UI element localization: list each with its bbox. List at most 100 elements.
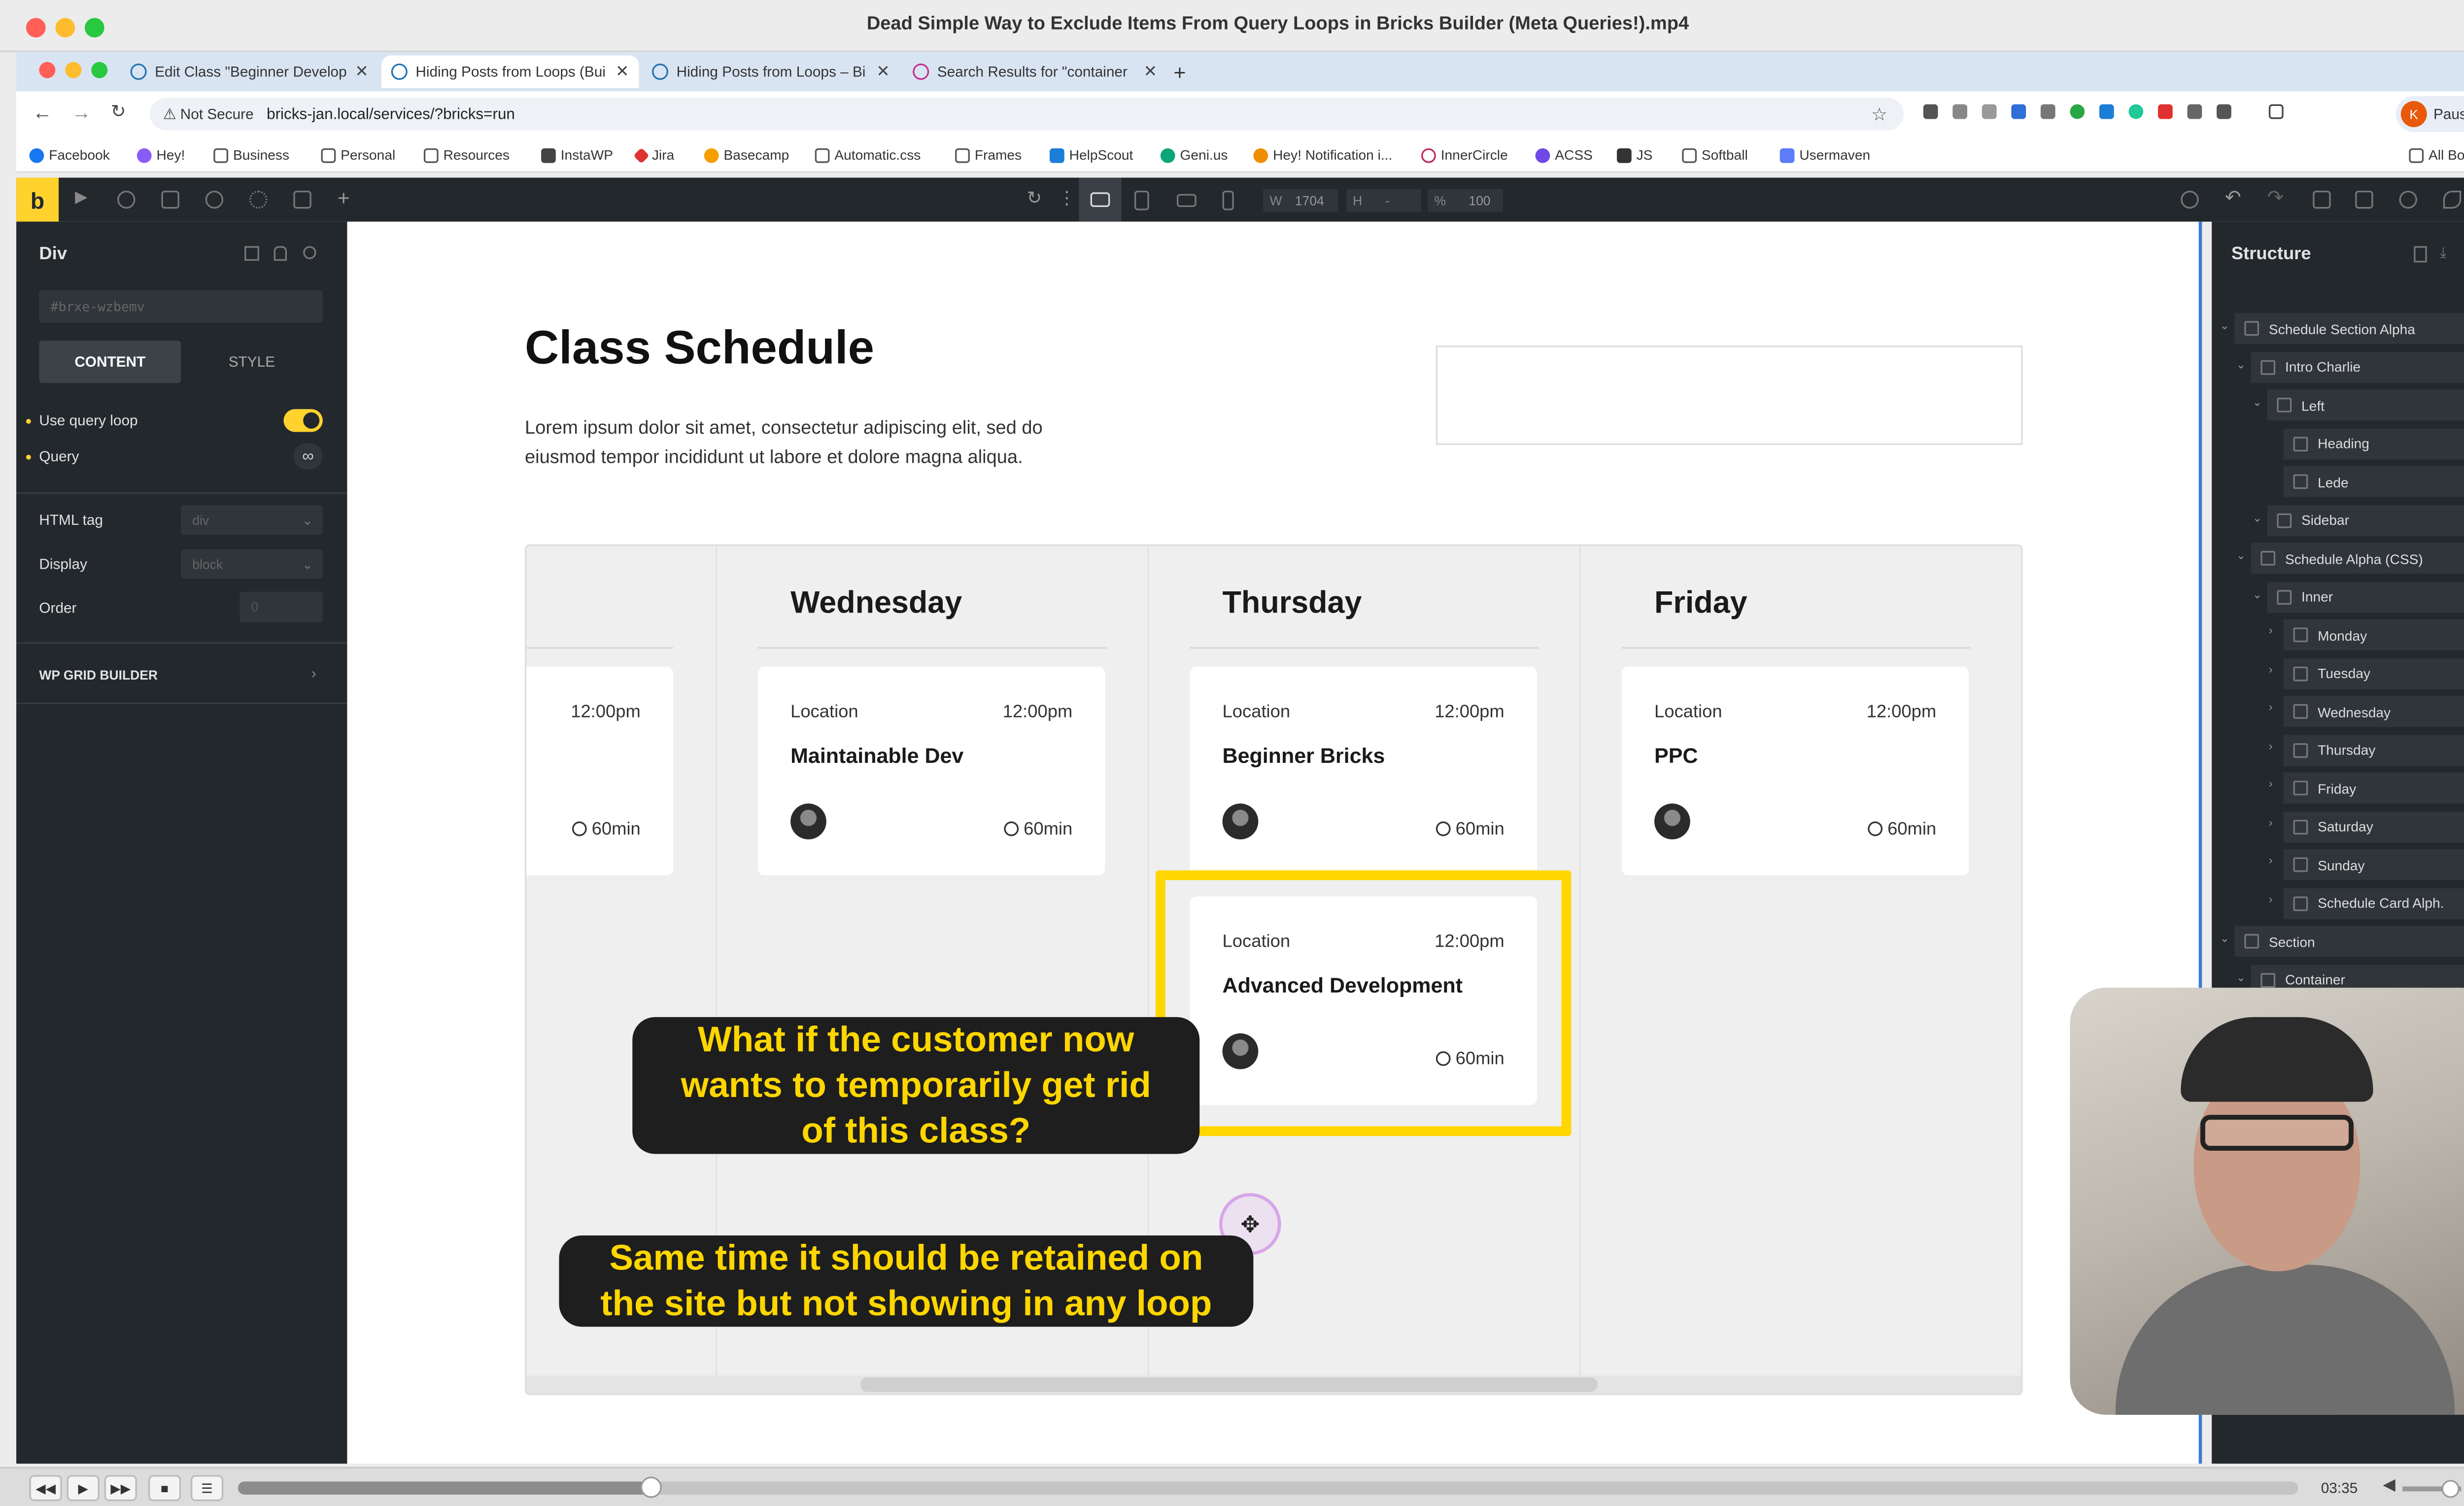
horizontal-scrollbar-thumb[interactable] [860,1377,1598,1392]
preview-eye-icon[interactable] [2443,190,2462,209]
bookmark-usermaven[interactable]: Usermaven [1780,147,1870,163]
css-id-field[interactable]: #brxe-wzbemv [39,290,323,323]
new-tab-button[interactable]: + [1164,55,1196,88]
browser-max-dot[interactable] [91,62,108,78]
tab-search-results[interactable]: Search Results for "container ✕ [903,55,1167,88]
tab-hiding-posts[interactable]: Hiding Posts from Loops – Bi ✕ [642,55,900,88]
structure-item[interactable]: Friday [2283,772,2464,804]
download-icon[interactable]: ⤓ [2440,244,2446,262]
not-secure-label[interactable]: ⚠ Not Secure [163,105,254,123]
structure-item[interactable]: Intro Charlie [2251,351,2464,382]
all-bookmarks[interactable]: All Bookmarks [2409,147,2464,163]
browser-min-dot[interactable] [65,62,82,78]
bookmark-frames[interactable]: Frames [955,147,1022,163]
bookmark-instawp[interactable]: InstaWP [541,147,613,163]
close-tab-icon[interactable]: ✕ [1144,63,1158,80]
bookmark-hey-notification[interactable]: Hey! Notification i... [1253,147,1392,163]
extension-icon[interactable] [1982,104,1997,119]
chevron-right-icon[interactable]: › [2269,741,2273,752]
schedule-card-partial[interactable]: 12:00pm 60min [526,666,673,876]
help-icon[interactable] [117,190,136,209]
structure-item[interactable]: Saturday [2283,811,2464,842]
page-lede[interactable]: Lorem ipsum dolor sit amet, consectetur … [525,414,1095,473]
bookmark-softball[interactable]: Softball [1682,147,1748,163]
structure-item[interactable]: Monday [2283,619,2464,650]
bookmark-geni-us[interactable]: Geni.us [1160,147,1228,163]
tab-style[interactable]: STYLE [181,341,323,383]
bookmark-helpscout[interactable]: HelpScout [1049,147,1133,163]
structure-item[interactable]: Inner [2267,581,2464,612]
stop-button[interactable]: ■ [148,1475,181,1502]
toolbar-menu-icon[interactable]: ⋮ [1058,187,1076,209]
chevron-down-icon[interactable]: ⌄ [2253,511,2262,524]
extension-icon[interactable] [1952,104,1968,119]
tab-edit-class[interactable]: Edit Class "Beginner Develop ✕ [121,55,375,88]
settings-gear-icon[interactable] [249,190,268,209]
tab-content[interactable]: CONTENT [39,341,181,383]
element-lock-icon[interactable] [274,246,287,261]
pages-icon[interactable] [161,190,179,209]
sidebar-toggle-icon[interactable] [2268,104,2284,119]
bookmark-jira[interactable]: Jira [633,147,674,163]
tablet-portrait-icon[interactable] [1176,194,1197,207]
structure-item[interactable]: Tuesday [2283,657,2464,689]
chevron-right-icon[interactable]: › [311,665,316,681]
extension-icon[interactable] [2070,104,2085,119]
bookmark-hey[interactable]: Hey! [137,147,185,163]
chevron-down-icon[interactable]: ⌄ [2220,319,2229,333]
bookmark-personal[interactable]: Personal [321,147,395,163]
browser-close-dot[interactable] [39,62,56,78]
html-tag-select[interactable]: div ⌄ [181,505,323,535]
cursor-icon[interactable]: ▶ [75,189,93,207]
folder-icon[interactable] [2355,190,2373,209]
close-tab-icon[interactable]: ✕ [355,63,369,80]
extension-icon[interactable] [2011,104,2026,119]
undo-icon[interactable]: ↶ [2225,186,2241,208]
display-select[interactable]: block ⌄ [181,549,323,579]
zoom-field[interactable]: % 100 [1428,189,1503,212]
mobile-icon[interactable] [1222,190,1234,210]
day-heading-wednesday[interactable]: Wednesday [790,587,962,623]
chevron-right-icon[interactable]: › [2269,894,2273,905]
structure-item[interactable]: Sidebar [2267,504,2464,536]
width-field[interactable]: W 1704 [1263,189,1338,212]
bookmark-innercircle[interactable]: InnerCircle [1421,147,1508,163]
rewind-button[interactable]: ◀◀ [29,1475,62,1502]
schedule-card-highlighted[interactable]: Location 12:00pm Advanced Development 60… [1190,896,1537,1105]
element-options-icon[interactable] [244,246,259,261]
url-field[interactable]: ⚠ Not Secure bricks-jan.local/services/?… [150,98,1904,131]
chevron-down-icon[interactable]: ⌄ [2253,396,2262,409]
search-icon[interactable] [303,246,316,259]
structure-panel-icon[interactable] [2313,190,2331,209]
structure-item[interactable]: Heading [2283,428,2464,459]
profile-button[interactable]: K Paused [2396,96,2464,132]
structure-item[interactable]: Sunday [2283,849,2464,880]
close-tab-icon[interactable]: ✕ [616,63,629,80]
refresh-icon[interactable]: ↻ [1027,187,1042,209]
dark-mode-icon[interactable] [2181,190,2199,209]
bookmark-resources[interactable]: Resources [423,147,510,163]
chevron-right-icon[interactable]: › [2269,702,2273,714]
bookmark-automatic-css[interactable]: Automatic.css [815,147,921,163]
tablet-landscape-icon[interactable] [1134,190,1149,210]
chevron-right-icon[interactable]: › [2269,779,2273,790]
chevron-down-icon[interactable]: ⌄ [2236,358,2246,371]
history-icon[interactable] [205,190,224,209]
schedule-card[interactable]: Location 12:00pm Beginner Bricks 60min [1190,666,1537,876]
extension-icon[interactable] [2040,104,2055,119]
puzzle-icon[interactable] [2217,104,2231,119]
wordpress-admin-icon[interactable] [2399,190,2417,209]
structure-item[interactable]: Schedule Section Alpha [2234,313,2464,344]
bookmark-facebook[interactable]: Facebook [29,147,110,163]
wp-grid-builder-section[interactable]: WP GRID BUILDER [39,668,158,683]
chevron-right-icon[interactable]: › [2269,626,2273,637]
extension-icon[interactable] [2187,104,2202,119]
templates-icon[interactable] [293,190,311,209]
bookmark-star-icon[interactable]: ☆ [1871,103,1887,125]
structure-item[interactable]: Left [2267,389,2464,421]
schedule-card[interactable]: Location 12:00pm Maintainable Dev 60min [757,666,1105,876]
playlist-button[interactable]: ☰ [190,1475,224,1502]
tab-hiding-posts-active[interactable]: Hiding Posts from Loops (Bui ✕ [381,55,639,88]
volume-knob[interactable] [2441,1480,2460,1498]
structure-item[interactable]: Wednesday [2283,696,2464,727]
